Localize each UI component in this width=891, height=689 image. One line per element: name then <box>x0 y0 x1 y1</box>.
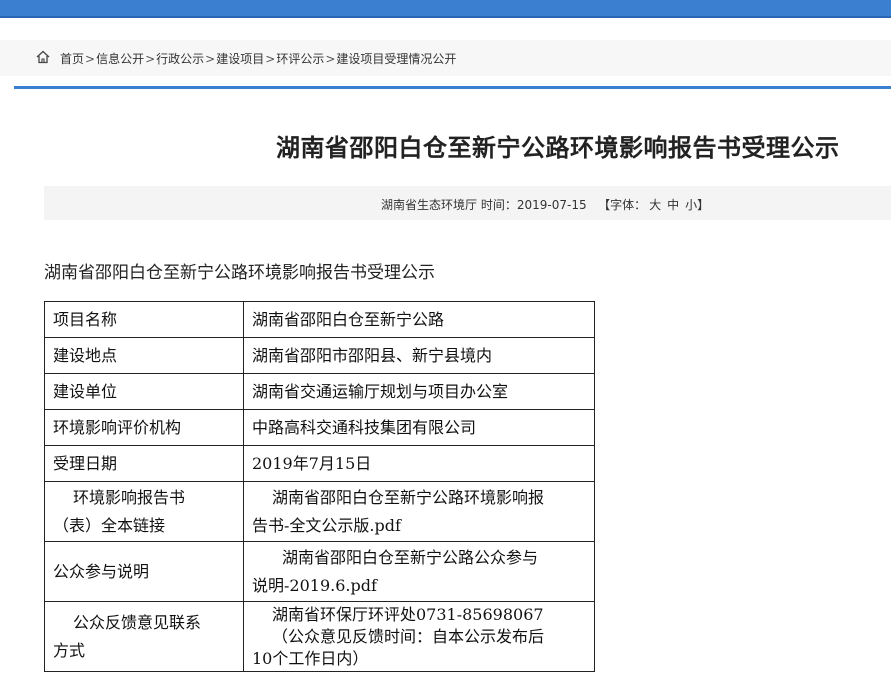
time-label: 时间： <box>480 198 517 212</box>
breadcrumb-eia-notice[interactable]: 环评公示 <box>276 52 324 66</box>
breadcrumb-home[interactable]: 首页 <box>60 52 84 66</box>
row-key: 受理日期 <box>44 445 244 482</box>
row-key: 建设单位 <box>44 373 244 410</box>
breadcrumb-info-public[interactable]: 信息公开 <box>96 52 144 66</box>
article-meta-bar: 湖南省生态环境厅 时间：2019-07-15 【字体：大中小】 <box>44 186 891 220</box>
table-row: 建设单位 湖南省交通运输厅规划与项目办公室 <box>44 373 595 410</box>
row-value-line: 10个工作日内） <box>252 648 369 668</box>
row-key: 公众参与说明 <box>44 541 244 602</box>
row-key: 环境影响评价机构 <box>44 409 244 446</box>
table-row: 受理日期 2019年7月15日 <box>44 445 595 482</box>
project-info-table: 项目名称 湖南省邵阳白仓至新宁公路 建设地点 湖南省邵阳市邵阳县、新宁县境内 建… <box>44 301 595 672</box>
home-icon[interactable] <box>36 50 50 64</box>
row-key: 公众反馈意见联系 方式 <box>44 601 244 672</box>
row-value: 2019年7月15日 <box>243 445 595 482</box>
row-key: 项目名称 <box>44 301 244 338</box>
publish-date: 2019-07-15 <box>516 198 587 212</box>
row-key-line: 方式 <box>53 640 86 660</box>
row-value-line: 湖南省邵阳白仓至新宁公路公众参与 <box>282 547 539 567</box>
breadcrumb-separator: > <box>265 51 276 66</box>
font-size-small-link[interactable]: 小】 <box>685 198 709 212</box>
breadcrumb: 首页>信息公开>行政公示>建设项目>环评公示>建设项目受理情况公开 <box>0 40 891 76</box>
row-value: 中路高科交通科技集团有限公司 <box>243 409 595 446</box>
row-key-line: 环境影响报告书 <box>73 487 186 507</box>
font-size-large-link[interactable]: 大 <box>649 198 661 212</box>
article-subtitle: 湖南省邵阳白仓至新宁公路环境影响报告书受理公示 <box>44 263 435 283</box>
table-row: 项目名称 湖南省邵阳白仓至新宁公路 <box>44 301 595 338</box>
table-row: 公众参与说明 湖南省邵阳白仓至新宁公路公众参与 说明-2019.6.pdf <box>44 541 595 602</box>
row-value-line: 湖南省环保厅环评处0731-85698067 <box>272 604 544 624</box>
row-value-line: （公众意见反馈时间：自本公示发布后 <box>272 626 545 646</box>
public-participation-pdf-link[interactable]: 湖南省邵阳白仓至新宁公路公众参与 说明-2019.6.pdf <box>243 541 595 602</box>
table-row: 环境影响评价机构 中路高科交通科技集团有限公司 <box>44 409 595 446</box>
breadcrumb-separator: > <box>85 51 96 66</box>
page-title: 湖南省邵阳白仓至新宁公路环境影响报告书受理公示 <box>276 134 840 162</box>
table-row: 环境影响报告书 （表）全本链接 湖南省邵阳白仓至新宁公路环境影响报 告书-全文公… <box>44 481 595 542</box>
row-key: 建设地点 <box>44 337 244 374</box>
row-value-line: 湖南省邵阳白仓至新宁公路环境影响报 <box>272 487 545 507</box>
breadcrumb-separator: > <box>205 51 216 66</box>
row-key-line: （表）全本链接 <box>53 515 166 535</box>
table-row: 建设地点 湖南省邵阳市邵阳县、新宁县境内 <box>44 337 595 374</box>
breadcrumb-acceptance-disclosure[interactable]: 建设项目受理情况公开 <box>336 52 456 66</box>
article-source: 湖南省生态环境厅 <box>381 198 478 212</box>
row-key-line: 公众反馈意见联系 <box>73 612 202 632</box>
row-value: 湖南省邵阳白仓至新宁公路 <box>243 301 595 338</box>
font-size-medium-link[interactable]: 中 <box>667 198 679 212</box>
row-key: 环境影响报告书 （表）全本链接 <box>44 481 244 542</box>
row-value-line: 说明-2019.6.pdf <box>252 575 377 595</box>
row-value: 湖南省交通运输厅规划与项目办公室 <box>243 373 595 410</box>
breadcrumb-construction-projects[interactable]: 建设项目 <box>216 52 264 66</box>
row-value: 湖南省环保厅环评处0731-85698067 （公众意见反馈时间：自本公示发布后… <box>243 601 595 672</box>
breadcrumb-admin-notice[interactable]: 行政公示 <box>156 52 204 66</box>
row-value-line: 告书-全文公示版.pdf <box>252 515 401 535</box>
top-banner <box>0 0 891 18</box>
table-row: 公众反馈意见联系 方式 湖南省环保厅环评处0731-85698067 （公众意见… <box>44 601 595 672</box>
font-size-label: 【字体： <box>598 198 647 212</box>
row-value: 湖南省邵阳市邵阳县、新宁县境内 <box>243 337 595 374</box>
breadcrumb-separator: > <box>325 51 336 66</box>
breadcrumb-separator: > <box>145 51 156 66</box>
full-text-pdf-link[interactable]: 湖南省邵阳白仓至新宁公路环境影响报 告书-全文公示版.pdf <box>243 481 595 542</box>
